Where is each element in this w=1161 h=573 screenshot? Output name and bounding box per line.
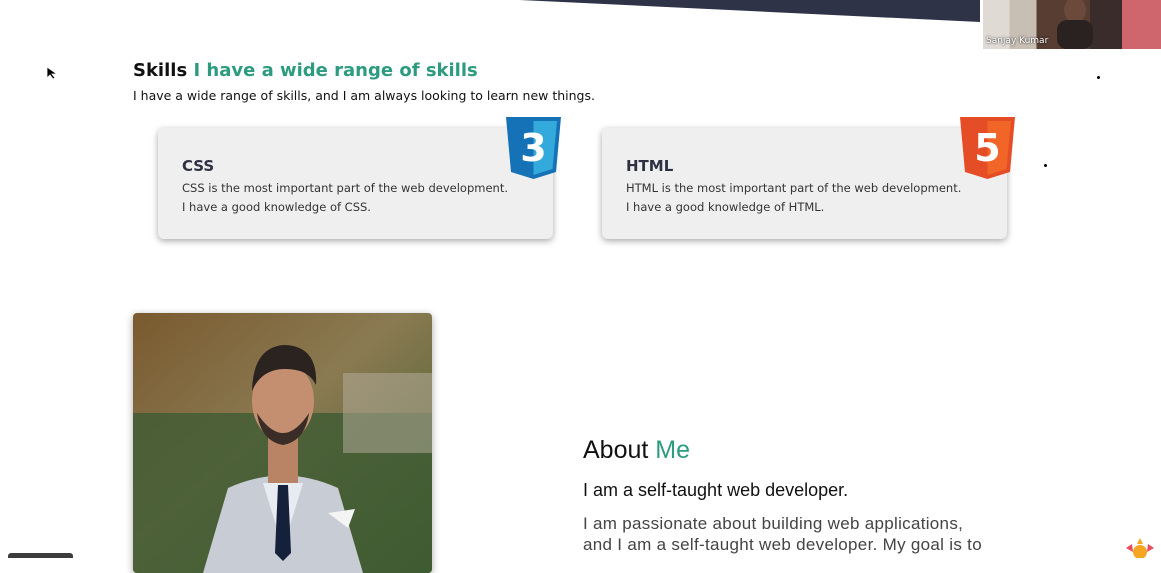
participant-silhouette (1057, 0, 1093, 49)
skill-card-line: I have a good knowledge of CSS. (182, 200, 371, 214)
about-heading-accent: Me (655, 436, 691, 464)
skills-heading: Skills I have a wide range of skills (133, 60, 478, 81)
skill-card-line: I have a good knowledge of HTML. (626, 200, 825, 214)
skill-card-line: CSS is the most important part of the we… (182, 181, 508, 195)
participant-video-tile[interactable]: Sanjay Kumar (983, 0, 1161, 49)
mouse-cursor-icon (46, 66, 59, 80)
html5-icon: 5 (960, 117, 1015, 179)
about-description: I am passionate about building web appli… (583, 513, 1033, 555)
about-description-line: and I am a self-taught web developer. My… (583, 535, 982, 554)
skills-heading-prefix: Skills (133, 60, 188, 81)
top-banner-shape (520, 0, 980, 22)
profile-photo (133, 313, 432, 573)
skill-card-html: 5 HTML HTML is the most important part o… (602, 117, 1015, 239)
skill-card-title: CSS (182, 157, 215, 175)
about-subtitle: I am a self-taught web developer. (583, 480, 849, 500)
about-heading-prefix: About (583, 436, 649, 464)
css3-badge-number: 3 (520, 126, 546, 170)
skills-heading-accent: I have a wide range of skills (193, 60, 478, 81)
css3-icon: 3 (506, 117, 561, 179)
skill-card-description: HTML is the most important part of the w… (626, 179, 986, 217)
decorative-dot (1044, 164, 1047, 167)
decorative-dot (1097, 76, 1100, 79)
skill-card-title: HTML (626, 157, 674, 175)
reactions-icon[interactable] (1120, 538, 1160, 558)
skill-card-line: HTML is the most important part of the w… (626, 181, 962, 195)
taskbar-tab[interactable] (8, 553, 73, 558)
participant-name: Sanjay Kumar (986, 36, 1049, 46)
about-heading: About Me (583, 436, 690, 465)
skill-card-css: 3 CSS CSS is the most important part of … (158, 117, 561, 239)
html5-badge-number: 5 (974, 126, 1000, 170)
about-description-line: I am passionate about building web appli… (583, 514, 964, 533)
skill-card-description: CSS is the most important part of the we… (182, 179, 542, 217)
skills-subtitle: I have a wide range of skills, and I am … (133, 88, 595, 103)
